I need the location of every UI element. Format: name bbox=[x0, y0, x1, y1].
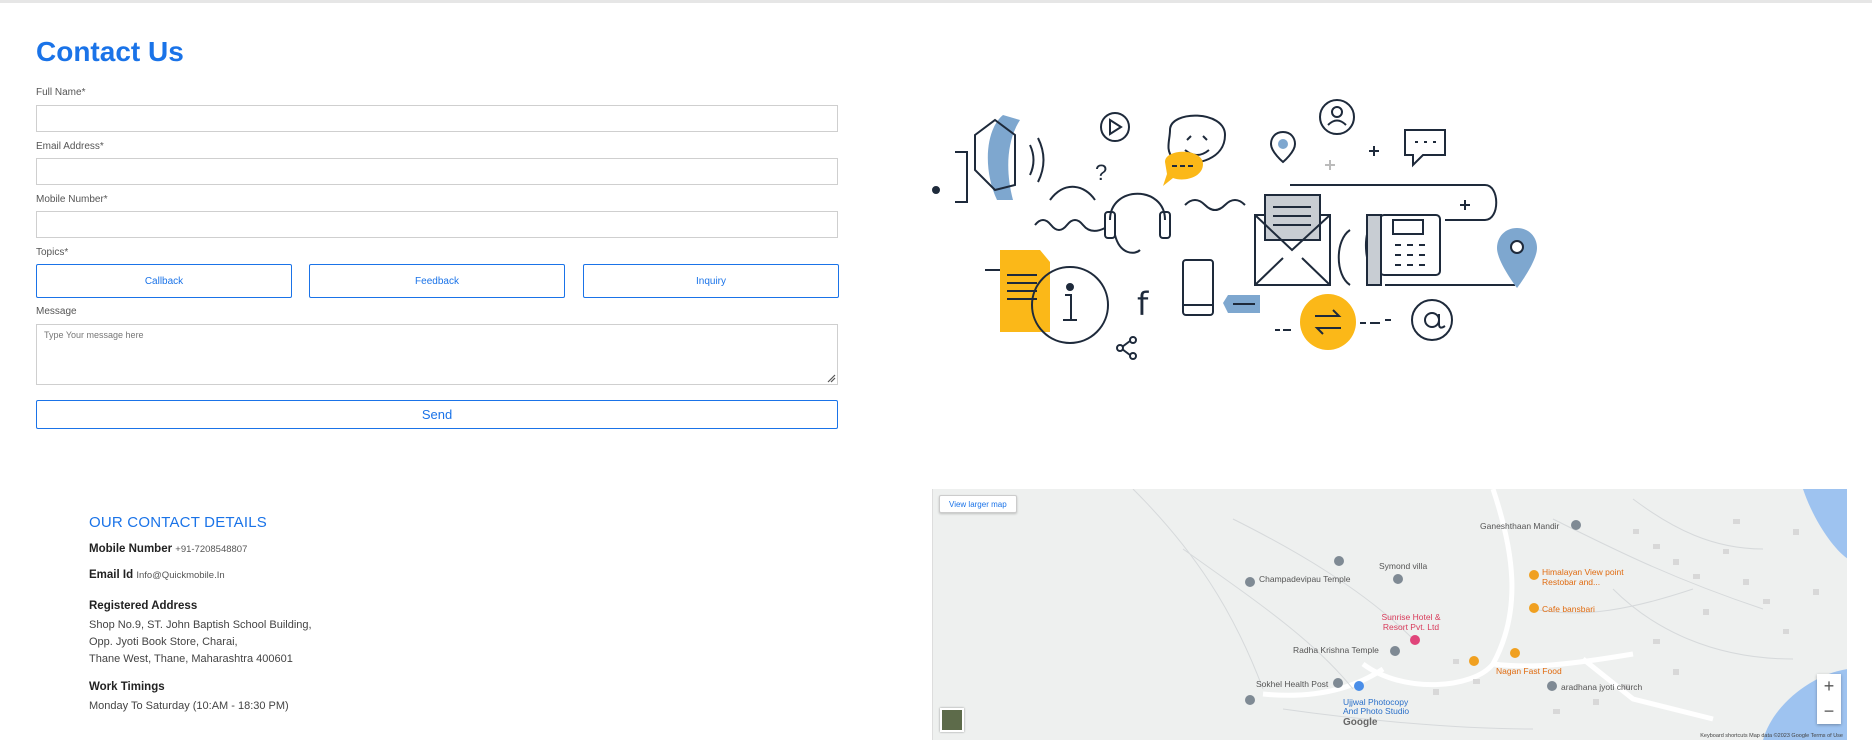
view-larger-map-button[interactable]: View larger map bbox=[939, 495, 1017, 513]
place-label[interactable]: Sokhel Health Post bbox=[1256, 679, 1328, 689]
satellite-toggle[interactable] bbox=[940, 708, 964, 732]
topic-inquiry-button[interactable]: Inquiry bbox=[583, 264, 839, 298]
address-line: Thane West, Thane, Maharashtra 400601 bbox=[89, 653, 293, 665]
restaurant-pin-icon[interactable] bbox=[1528, 602, 1540, 614]
map-pin-icon[interactable] bbox=[1389, 645, 1401, 657]
mobile-icon bbox=[1182, 259, 1214, 316]
facebook-icon: f bbox=[1137, 285, 1149, 323]
map-pin-icon[interactable] bbox=[1570, 519, 1582, 531]
place-label[interactable]: Himalayan View point Restobar and... bbox=[1542, 567, 1637, 587]
work-timings-value: Monday To Saturday (10:AM - 18:30 PM) bbox=[89, 700, 289, 712]
zoom-out-button[interactable]: − bbox=[1817, 699, 1841, 724]
message-label: Message bbox=[36, 306, 77, 317]
headset-icon bbox=[1109, 192, 1166, 221]
map-footer: Keyboard shortcuts Map data ©2023 Google… bbox=[1700, 733, 1843, 739]
resize-grip-icon[interactable] bbox=[826, 373, 836, 383]
message-icon bbox=[1404, 129, 1446, 168]
map-pin-icon[interactable] bbox=[1244, 694, 1256, 706]
contact-details-heading: OUR CONTACT DETAILS bbox=[89, 514, 267, 531]
map-pin-icon[interactable] bbox=[1333, 555, 1345, 567]
email-input[interactable] bbox=[36, 158, 838, 185]
registered-address-label: Registered Address bbox=[89, 600, 198, 612]
place-label[interactable]: Cafe bansbari bbox=[1542, 604, 1595, 614]
restaurant-pin-icon[interactable] bbox=[1468, 655, 1480, 667]
email-id-value: Info@Quickmobile.In bbox=[136, 570, 225, 581]
message-placeholder: Type Your message here bbox=[44, 330, 144, 340]
restaurant-pin-icon[interactable] bbox=[1509, 647, 1521, 659]
mobile-number-value: +91-7208548807 bbox=[175, 544, 248, 555]
email-label: Email Address* bbox=[36, 141, 104, 152]
place-label[interactable]: aradhana jyoti church bbox=[1561, 682, 1642, 692]
hotel-pin-icon[interactable] bbox=[1409, 634, 1421, 646]
svg-text:?: ? bbox=[1095, 160, 1107, 185]
place-label[interactable]: Radha Krishna Temple bbox=[1293, 645, 1379, 655]
place-label[interactable]: Champadevipau Temple bbox=[1259, 574, 1351, 584]
address-line: Opp. Jyoti Book Store, Charai, bbox=[89, 636, 238, 648]
swap-icon bbox=[1300, 294, 1356, 350]
topic-callback-button[interactable]: Callback bbox=[36, 264, 292, 298]
map-embed[interactable]: View larger map Ganeshthaan Mandir Symon… bbox=[932, 489, 1847, 740]
shop-pin-icon[interactable] bbox=[1353, 680, 1365, 692]
map-pin-icon[interactable] bbox=[1332, 677, 1344, 689]
zoom-in-button[interactable]: + bbox=[1817, 674, 1841, 699]
restaurant-pin-icon[interactable] bbox=[1528, 569, 1540, 581]
map-pin-icon bbox=[1497, 228, 1537, 288]
email-row: Email Id Info@Quickmobile.In bbox=[89, 569, 225, 581]
page-title: Contact Us bbox=[36, 36, 184, 67]
place-label[interactable]: Ganeshthaan Mandir bbox=[1480, 521, 1559, 531]
message-textarea[interactable]: Type Your message here bbox=[36, 324, 838, 385]
topics-label: Topics* bbox=[36, 247, 69, 258]
contact-illustration: ? f bbox=[932, 99, 1537, 360]
zoom-controls[interactable]: + − bbox=[1817, 674, 1841, 724]
place-label[interactable]: Sunrise Hotel & Resort Pvt. Ltd bbox=[1376, 612, 1446, 632]
chat-bubble-icon bbox=[1163, 151, 1203, 186]
map-pin-icon[interactable] bbox=[1392, 573, 1404, 585]
map-pin-icon[interactable] bbox=[1244, 576, 1256, 588]
work-timings-label: Work Timings bbox=[89, 681, 165, 693]
place-label[interactable]: Ujjwal Photocopy And Photo Studio bbox=[1343, 698, 1423, 716]
address-line: Shop No.9, ST. John Baptish School Build… bbox=[89, 619, 312, 631]
send-button[interactable]: Send bbox=[36, 400, 838, 429]
place-label[interactable]: Symond villa bbox=[1379, 561, 1427, 571]
mobile-number-row: Mobile Number +91-7208548807 bbox=[89, 543, 247, 555]
mobile-number-label: Mobile Number bbox=[89, 543, 173, 555]
email-id-label: Email Id bbox=[89, 569, 134, 581]
place-label[interactable]: Nagan Fast Food bbox=[1496, 666, 1562, 676]
topic-feedback-button[interactable]: Feedback bbox=[309, 264, 565, 298]
top-border bbox=[0, 0, 1872, 3]
mobile-input[interactable] bbox=[36, 211, 838, 238]
full-name-input[interactable] bbox=[36, 105, 838, 132]
google-logo: Google bbox=[1343, 717, 1378, 728]
mobile-label: Mobile Number* bbox=[36, 194, 108, 205]
full-name-label: Full Name* bbox=[36, 87, 86, 98]
map-pin-icon[interactable] bbox=[1546, 680, 1558, 692]
play-icon bbox=[1100, 112, 1130, 142]
at-icon bbox=[1411, 299, 1453, 341]
